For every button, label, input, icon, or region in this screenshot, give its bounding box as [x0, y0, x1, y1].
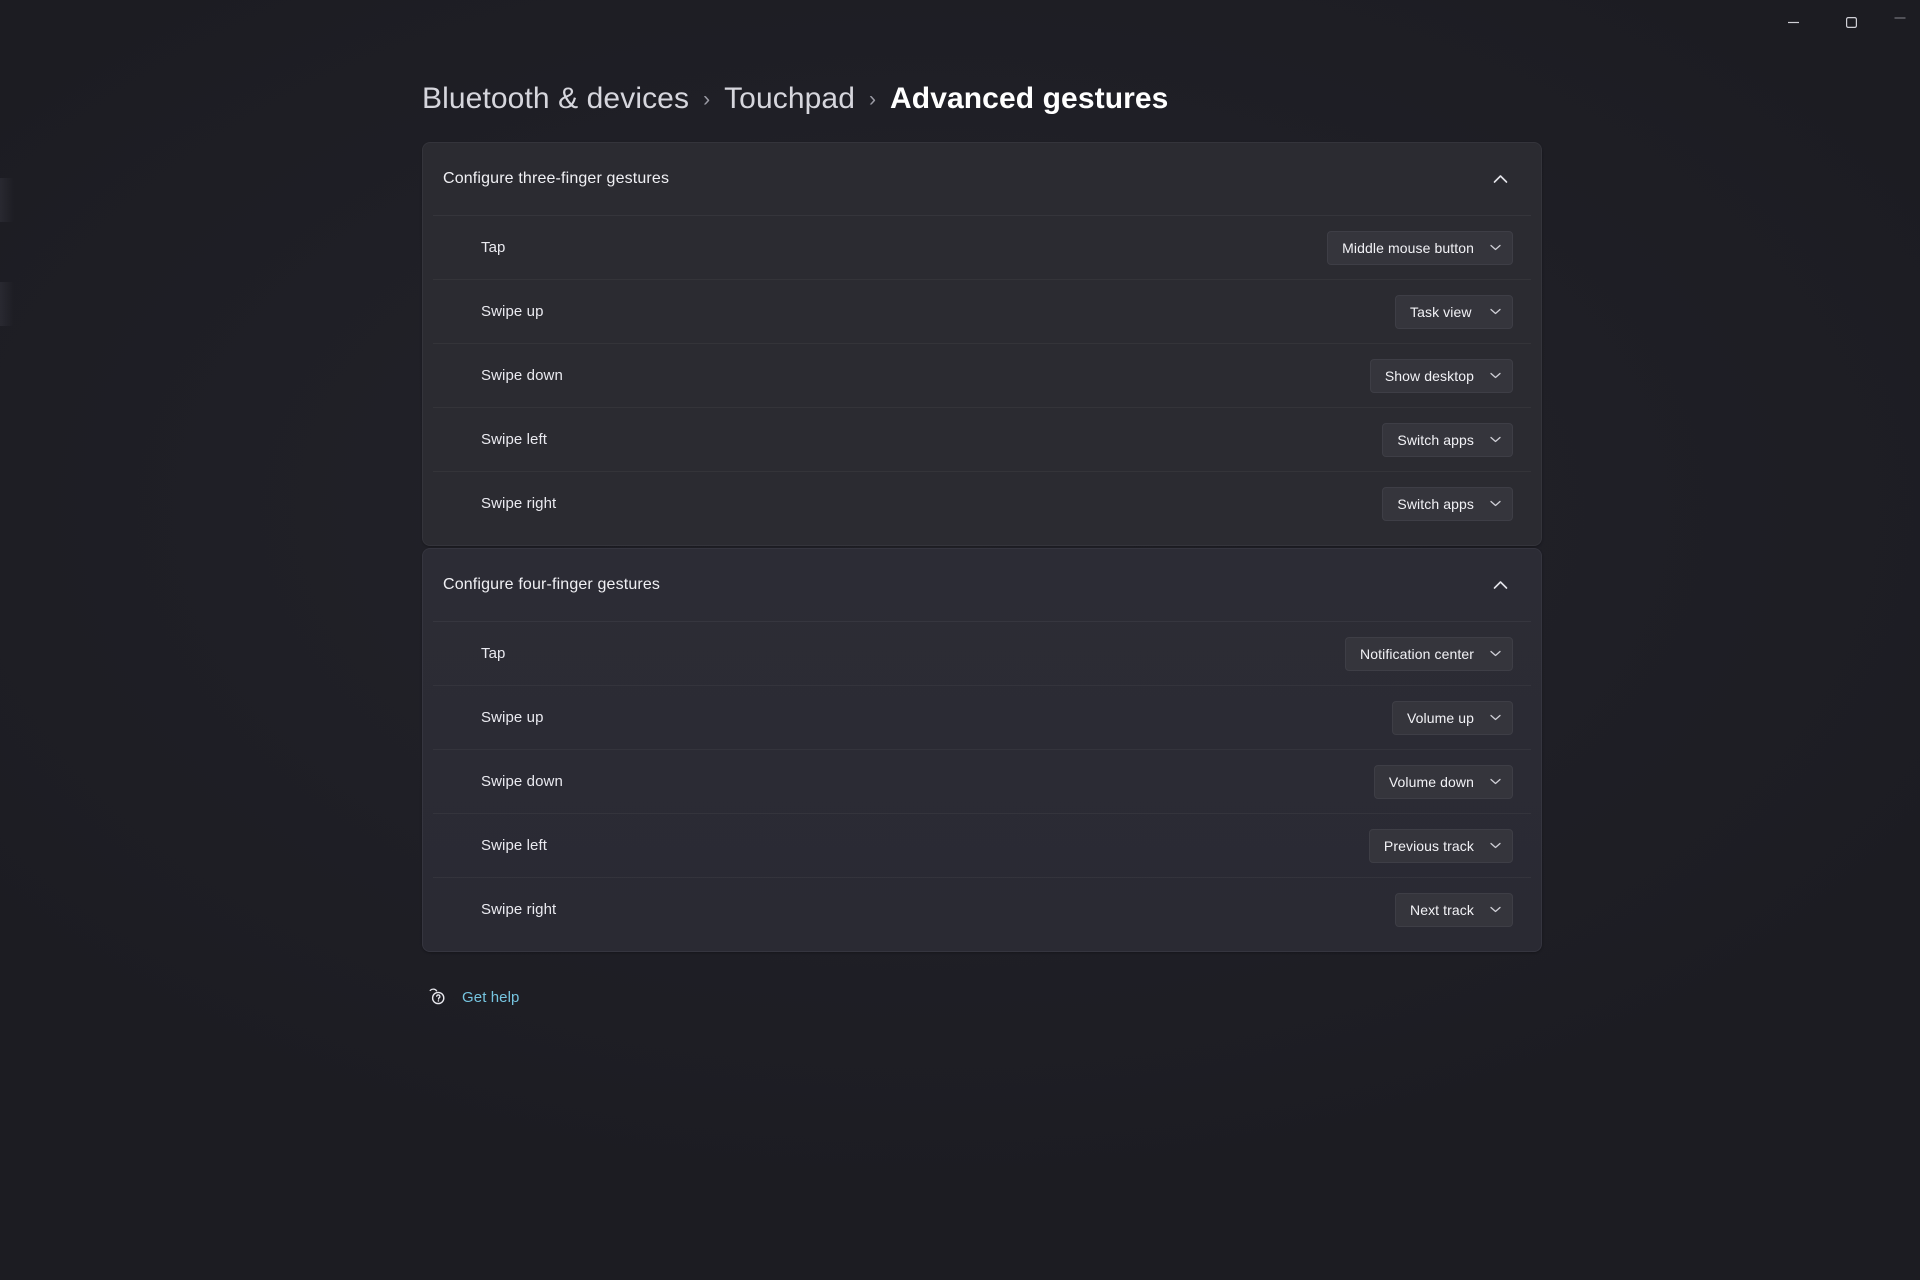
chevron-down-icon	[1490, 714, 1501, 721]
page-title: Advanced gestures	[890, 82, 1169, 115]
gesture-row: Swipe left Previous track	[433, 813, 1531, 877]
chevron-down-icon	[1490, 244, 1501, 251]
chevron-down-icon	[1490, 372, 1501, 379]
gesture-dropdown-four-finger-swipe-left[interactable]: Previous track	[1368, 828, 1513, 863]
collapse-toggle-four-finger[interactable]	[1481, 566, 1519, 604]
chevron-up-icon	[1493, 175, 1507, 183]
dropdown-selected-value: Middle mouse button	[1342, 239, 1474, 256]
gesture-rows-four-finger: Tap Notification center Swipe up Volume …	[423, 621, 1541, 951]
gesture-row: Swipe down Show desktop	[433, 343, 1531, 407]
dropdown-selected-value: Show desktop	[1384, 367, 1474, 384]
dropdown-selected-value: Volume down	[1388, 773, 1474, 790]
breadcrumb-item-touchpad[interactable]: Touchpad	[724, 82, 855, 116]
breadcrumb-separator-icon: ›	[869, 88, 876, 111]
gesture-rows-three-finger: Tap Middle mouse button Swipe up Task vi…	[423, 215, 1541, 545]
gesture-dropdown-three-finger-tap[interactable]: Middle mouse button	[1327, 230, 1513, 265]
gesture-row: Swipe left Switch apps	[433, 407, 1531, 471]
minimize-icon	[1787, 21, 1799, 23]
chevron-down-icon	[1490, 500, 1501, 507]
gesture-label-swipe-left: Swipe left	[481, 837, 548, 854]
get-help-link[interactable]: Get help	[422, 986, 1542, 1008]
gesture-label-swipe-right: Swipe right	[481, 495, 557, 512]
get-help-label: Get help	[462, 988, 520, 1006]
card-title-three-finger: Configure three-finger gestures	[443, 170, 670, 187]
chevron-down-icon	[1490, 842, 1501, 849]
chevron-up-icon	[1493, 581, 1507, 589]
collapse-toggle-three-finger[interactable]	[1481, 160, 1519, 198]
breadcrumb: Bluetooth & devices › Touchpad › Advance…	[422, 0, 1542, 142]
card-header-four-finger[interactable]: Configure four-finger gestures	[423, 549, 1541, 621]
gesture-row: Swipe right Next track	[433, 877, 1531, 941]
card-three-finger-gestures: Configure three-finger gestures Tap Midd…	[422, 142, 1542, 546]
close-icon	[1894, 17, 1906, 19]
minimize-button[interactable]	[1764, 0, 1822, 44]
dropdown-selected-value: Switch apps	[1397, 495, 1474, 512]
sidebar-fragment	[0, 178, 14, 222]
gesture-label-swipe-up: Swipe up	[481, 709, 544, 726]
dropdown-selected-value: Next track	[1409, 901, 1474, 918]
gesture-label-swipe-down: Swipe down	[481, 773, 563, 790]
help-question-icon	[426, 986, 448, 1008]
close-button[interactable]	[1880, 0, 1920, 44]
settings-content: Bluetooth & devices › Touchpad › Advance…	[422, 0, 1542, 1008]
gesture-label-tap: Tap	[481, 239, 506, 256]
settings-window: Bluetooth & devices › Touchpad › Advance…	[0, 0, 1920, 1280]
gesture-label-tap: Tap	[481, 645, 506, 662]
gesture-dropdown-four-finger-tap[interactable]: Notification center	[1345, 636, 1513, 671]
gesture-row: Swipe down Volume down	[433, 749, 1531, 813]
gesture-row: Swipe up Task view	[433, 279, 1531, 343]
maximize-button[interactable]	[1822, 0, 1880, 44]
gesture-row: Swipe right Switch apps	[433, 471, 1531, 535]
card-four-finger-gestures: Configure four-finger gestures Tap Notif…	[422, 548, 1542, 952]
gesture-dropdown-four-finger-swipe-down[interactable]: Volume down	[1373, 764, 1513, 799]
gesture-row: Swipe up Volume up	[433, 685, 1531, 749]
dropdown-selected-value: Task view	[1410, 303, 1472, 320]
chevron-down-icon	[1490, 650, 1501, 657]
gesture-dropdown-four-finger-swipe-up[interactable]: Volume up	[1391, 700, 1513, 735]
dropdown-selected-value: Volume up	[1406, 709, 1474, 726]
gesture-label-swipe-up: Swipe up	[481, 303, 544, 320]
gesture-dropdown-four-finger-swipe-right[interactable]: Next track	[1394, 892, 1513, 927]
gesture-dropdown-three-finger-swipe-left[interactable]: Switch apps	[1382, 422, 1513, 457]
gesture-label-swipe-left: Swipe left	[481, 431, 548, 448]
gesture-dropdown-three-finger-swipe-down[interactable]: Show desktop	[1369, 358, 1513, 393]
card-header-three-finger[interactable]: Configure three-finger gestures	[423, 143, 1541, 215]
dropdown-selected-value: Switch apps	[1397, 431, 1474, 448]
gesture-dropdown-three-finger-swipe-right[interactable]: Switch apps	[1382, 486, 1513, 521]
breadcrumb-separator-icon: ›	[703, 88, 711, 111]
gesture-dropdown-three-finger-swipe-up[interactable]: Task view	[1395, 294, 1513, 329]
breadcrumb-item-bluetooth-devices[interactable]: Bluetooth & devices	[422, 82, 689, 116]
gesture-label-swipe-down: Swipe down	[481, 367, 563, 384]
sidebar-fragment	[0, 282, 14, 326]
dropdown-selected-value: Previous track	[1383, 837, 1474, 854]
gesture-row: Tap Middle mouse button	[433, 215, 1531, 279]
gesture-row: Tap Notification center	[433, 621, 1531, 685]
chevron-down-icon	[1490, 778, 1501, 785]
dropdown-selected-value: Notification center	[1360, 645, 1474, 662]
maximize-icon	[1845, 16, 1857, 28]
chevron-down-icon	[1490, 906, 1501, 913]
chevron-down-icon	[1490, 436, 1501, 443]
gesture-label-swipe-right: Swipe right	[481, 901, 557, 918]
chevron-down-icon	[1490, 308, 1501, 315]
card-title-four-finger: Configure four-finger gestures	[443, 576, 661, 593]
